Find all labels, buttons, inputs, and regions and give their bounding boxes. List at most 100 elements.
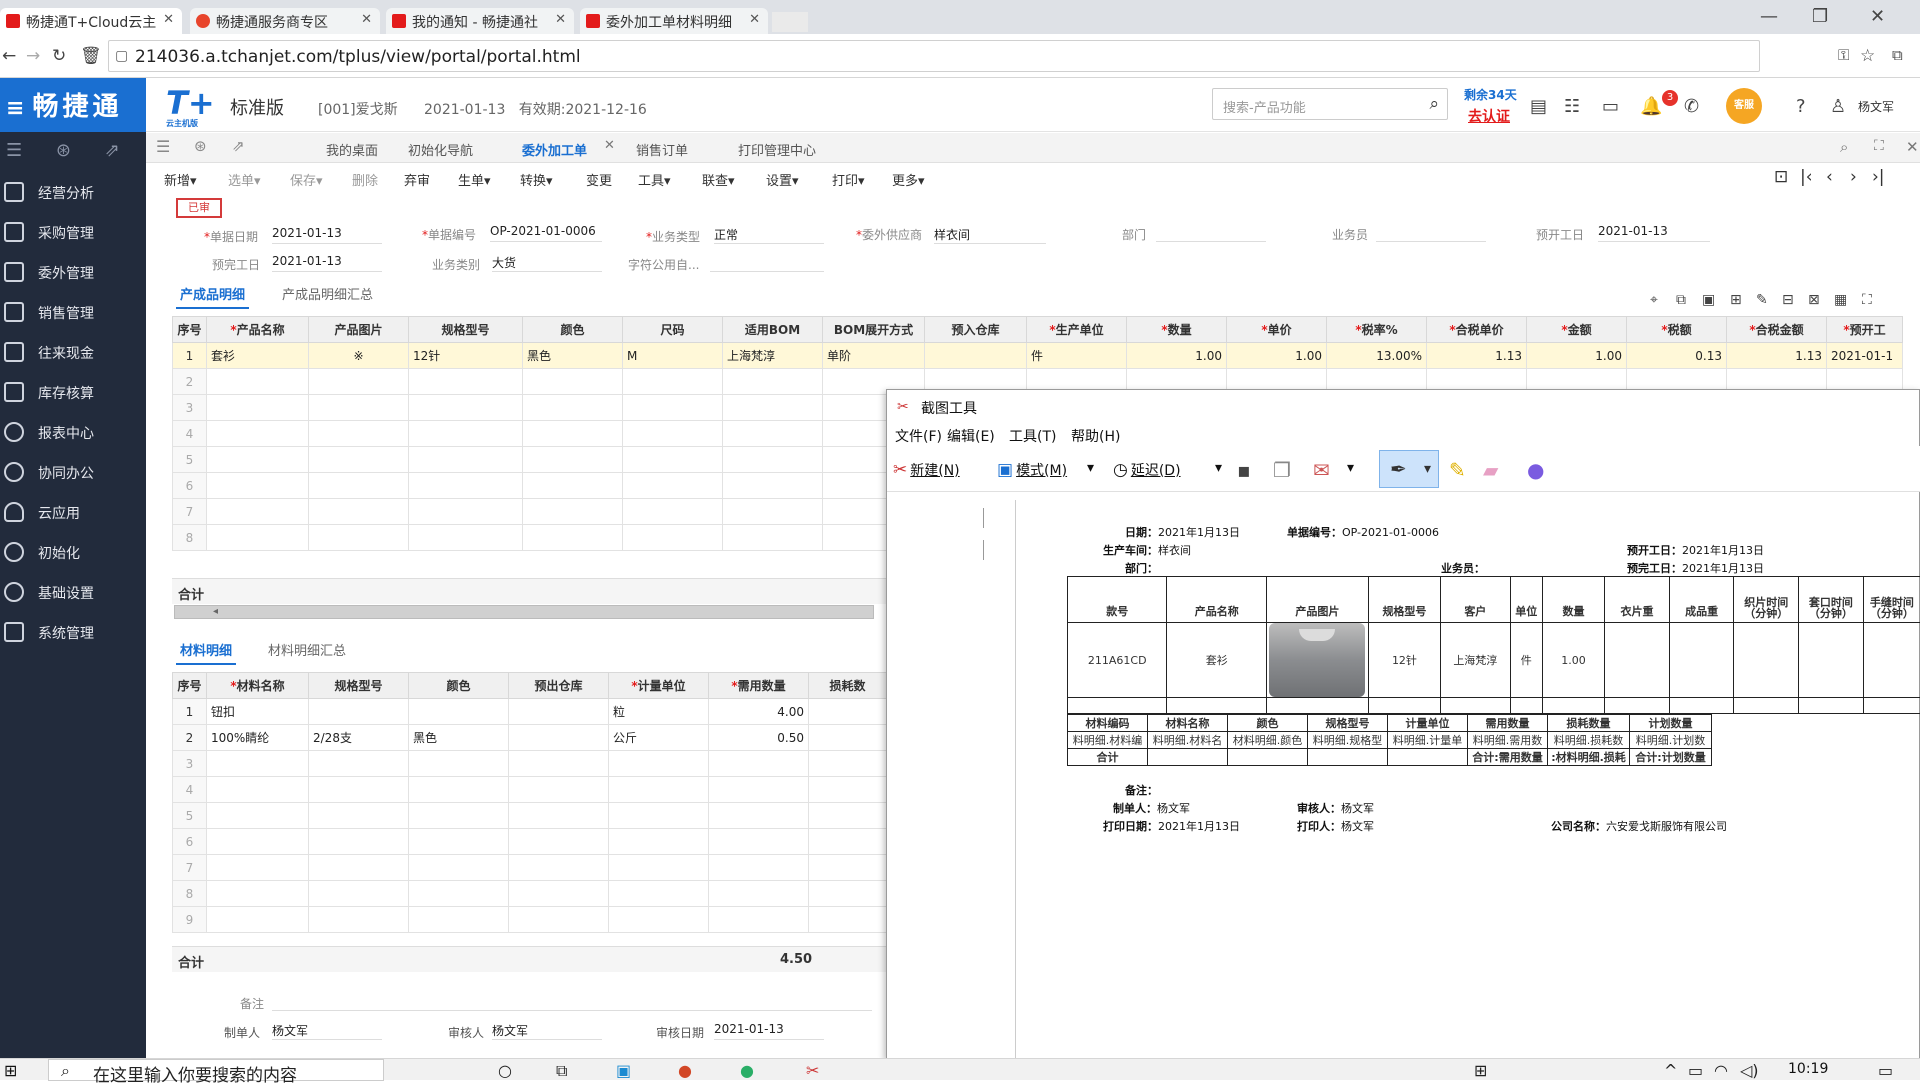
more-button[interactable]: 更多▾ [892, 170, 925, 189]
pen-button[interactable]: ✒ ▾ [1379, 450, 1439, 488]
cell-unit[interactable]: 公斤 [609, 725, 709, 751]
cell-bom[interactable]: 上海梵淳 [723, 343, 823, 369]
close-tab-icon[interactable]: ✕ [749, 12, 760, 27]
network-icon[interactable]: ◠ [1714, 1061, 1728, 1080]
tab-product-detail[interactable]: 产成品明细 [180, 284, 245, 303]
browser-tab-service[interactable]: 畅捷通服务商专区 ✕ [190, 8, 380, 34]
windows-start-icon[interactable]: ⊞ [4, 1061, 17, 1080]
horizontal-scrollbar[interactable]: ◂ [174, 605, 874, 619]
delete-button[interactable]: 删除 [352, 170, 378, 189]
menu-help[interactable]: 帮助(H) [1071, 426, 1120, 446]
finish-date-field[interactable]: 2021-01-13 [272, 254, 382, 272]
generate-button[interactable]: 生单▾ [458, 170, 491, 189]
column-header[interactable]: 颜色 [409, 673, 509, 699]
tab-material-detail[interactable]: 材料明细 [180, 640, 232, 659]
cell-tax[interactable]: 0.13 [1627, 343, 1727, 369]
table-row[interactable]: 6 [173, 829, 887, 855]
column-header[interactable]: 预出仓库 [509, 673, 609, 699]
cell-tax-price[interactable]: 1.13 [1427, 343, 1527, 369]
nav-item-outsource[interactable]: 委外管理 [0, 254, 146, 292]
biz-category-field[interactable]: 大货 [492, 254, 602, 272]
close-icon[interactable]: ✕ [1906, 138, 1919, 156]
table-row[interactable]: 1 钮扣 粒 4.00 [173, 699, 887, 725]
column-header[interactable]: 颜色 [523, 317, 623, 343]
paste-icon[interactable]: ▣ [1702, 292, 1715, 308]
doc-number-field[interactable]: OP-2021-01-0006 [490, 224, 602, 242]
start-date-field[interactable]: 2021-01-13 [1598, 224, 1710, 242]
mode-button[interactable]: ▣模式(M) [997, 460, 1067, 480]
powerpoint-icon[interactable]: ● [678, 1061, 692, 1080]
menu-file[interactable]: 文件(F) [895, 426, 942, 446]
taskbar-search-input[interactable]: ⌕在这里输入你要搜索的内容 [48, 1059, 384, 1081]
next-record-icon[interactable]: › [1850, 167, 1857, 187]
column-header[interactable]: *材料名称 [207, 673, 309, 699]
link-query-button[interactable]: 联查▾ [702, 170, 735, 189]
color-drop-icon[interactable]: ● [1527, 458, 1544, 482]
close-tab-icon[interactable]: ✕ [604, 138, 615, 153]
phone-icon[interactable]: ✆ [1684, 96, 1699, 117]
column-header[interactable]: *单价 [1227, 317, 1327, 343]
column-header[interactable]: 尺码 [623, 317, 723, 343]
trash-icon[interactable]: 🗑 [80, 46, 102, 66]
user-name[interactable]: 杨文军 [1858, 98, 1894, 115]
salesperson-field[interactable] [1376, 224, 1486, 242]
batch-icon[interactable]: ⊟ [1782, 292, 1794, 308]
search-icon[interactable]: ⌕ [1429, 94, 1439, 114]
send-dropdown-icon[interactable]: ▾ [1347, 460, 1354, 476]
task-view-icon[interactable]: ⧉ [556, 1061, 567, 1081]
table-row[interactable]: 8 [173, 881, 887, 907]
cell-loss[interactable] [809, 699, 887, 725]
auth-link[interactable]: 去认证 [1468, 106, 1510, 126]
cell-color[interactable]: 黑色 [409, 725, 509, 751]
nav-item-reports[interactable]: 报表中心 [0, 414, 146, 452]
tray-up-icon[interactable]: ^ [1664, 1061, 1677, 1080]
minimize-icon[interactable]: — [1760, 6, 1778, 27]
nav-item-analysis[interactable]: 经营分析 [0, 174, 146, 212]
bookmark-star-icon[interactable]: ☆ [1860, 46, 1875, 66]
wechat-icon[interactable]: ● [740, 1061, 754, 1080]
bell-icon[interactable]: 🔔 [1640, 96, 1662, 117]
cell-material-name[interactable]: 100%睛纶 [207, 725, 309, 751]
nav-item-inventory[interactable]: 库存核算 [0, 374, 146, 412]
add-button[interactable]: 新增▾ [164, 170, 197, 189]
unaudit-button[interactable]: 弃审 [404, 170, 430, 189]
menu-tools[interactable]: 工具(T) [1009, 426, 1056, 446]
nav-item-sales[interactable]: 销售管理 [0, 294, 146, 332]
tab-print-center[interactable]: 打印管理中心 [738, 140, 816, 159]
cell-spec[interactable]: 2/28支 [309, 725, 409, 751]
column-header[interactable]: 序号 [173, 673, 207, 699]
save-button[interactable]: 保存▾ [290, 170, 323, 189]
maximize-icon[interactable]: ❐ [1812, 6, 1828, 27]
close-tab-icon[interactable]: ✕ [361, 12, 372, 27]
cell-warehouse[interactable] [509, 699, 609, 725]
column-header[interactable]: 预入仓库 [925, 317, 1027, 343]
cell-total[interactable]: 1.13 [1727, 343, 1827, 369]
cell-spec[interactable] [309, 699, 409, 725]
url-field[interactable]: ▢ 214036.a.tchanjet.com/tplus/view/porta… [108, 40, 1760, 72]
search-icon[interactable]: ⊛ [56, 140, 71, 161]
biz-type-field[interactable]: 正常 [714, 226, 824, 244]
nav-item-basic[interactable]: 基础设置 [0, 574, 146, 612]
supplier-field[interactable]: 样衣间 [934, 226, 1046, 244]
department-field[interactable] [1156, 224, 1266, 242]
remark-field[interactable] [272, 993, 872, 1011]
tab-product-summary[interactable]: 产成品明细汇总 [282, 284, 373, 303]
insert-row-icon[interactable]: ⊞ [1730, 292, 1742, 308]
tab-outsource-order[interactable]: 委外加工单 [522, 140, 587, 159]
send-icon[interactable]: ✉ [1313, 458, 1330, 482]
cell-tax-rate[interactable]: 13.00% [1327, 343, 1427, 369]
app-icon[interactable]: ▣ [616, 1061, 631, 1080]
cell-spec[interactable]: 12针 [409, 343, 523, 369]
external-icon[interactable]: ⇗ [105, 140, 120, 161]
mode-dropdown-icon[interactable]: ▾ [1087, 460, 1094, 476]
customer-service-avatar[interactable]: 客服 [1726, 88, 1762, 124]
column-header[interactable]: BOM展开方式 [823, 317, 925, 343]
tab-material-summary[interactable]: 材料明细汇总 [268, 640, 346, 659]
cell-unit[interactable]: 粒 [609, 699, 709, 725]
browser-tab-tplus[interactable]: 畅捷通T+Cloud云主 ✕ [0, 8, 182, 34]
column-header[interactable]: *金额 [1527, 317, 1627, 343]
column-header[interactable]: 损耗数 [809, 673, 887, 699]
search-icon[interactable]: ⊛ [194, 137, 207, 155]
cell-color[interactable] [409, 699, 509, 725]
cell-required-qty[interactable]: 0.50 [709, 725, 809, 751]
